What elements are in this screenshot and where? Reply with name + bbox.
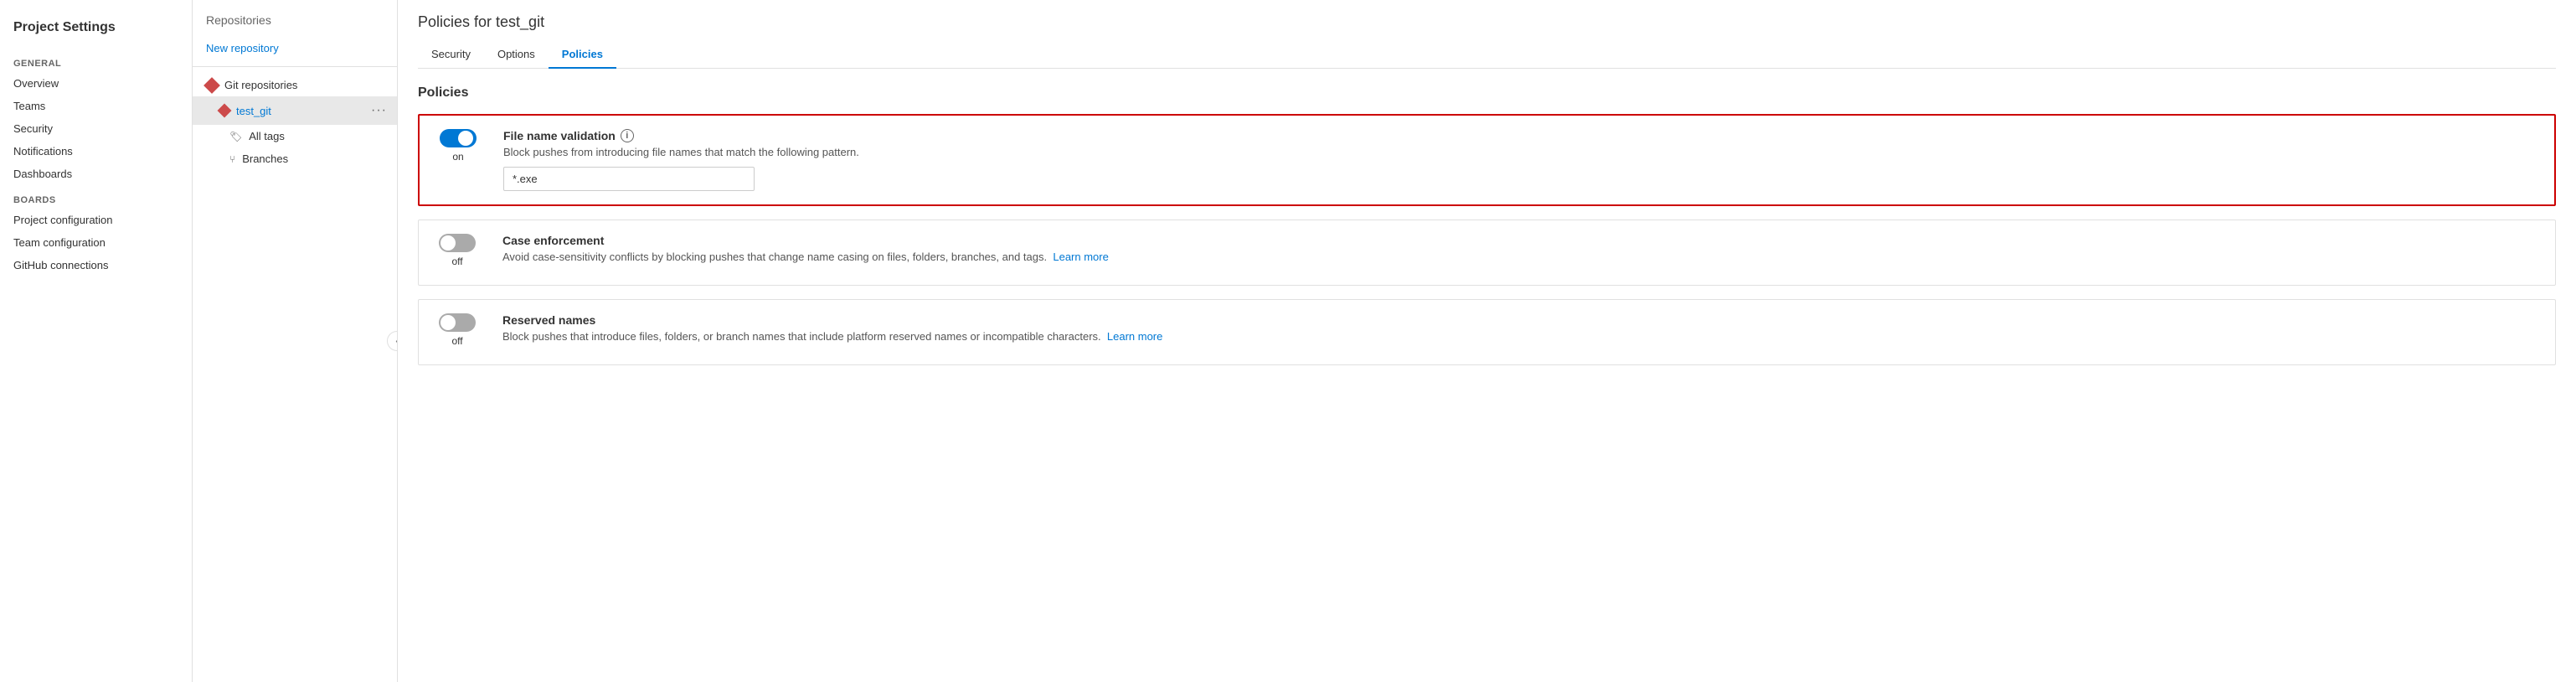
toggle-status-off-case: off [451, 256, 462, 267]
branches-item[interactable]: ⑂ Branches [193, 147, 397, 170]
main-content: Policies for test_git Security Options P… [398, 0, 2576, 682]
policy-title-case: Case enforcement [502, 234, 2542, 247]
repositories-header: Repositories [193, 13, 397, 37]
tab-options[interactable]: Options [484, 41, 549, 69]
git-diamond-icon [204, 77, 220, 94]
toggle-status-on: on [452, 151, 463, 163]
case-learn-more-link[interactable]: Learn more [1053, 251, 1108, 263]
policy-description-case: Avoid case-sensitivity conflicts by bloc… [502, 251, 2542, 263]
policy-content-reserved: Reserved names Block pushes that introdu… [502, 313, 2542, 351]
collapse-toggle[interactable]: ‹ [387, 331, 398, 351]
policy-content-case: Case enforcement Avoid case-sensitivity … [502, 234, 2542, 271]
reserved-toggle-area: off [432, 313, 482, 347]
sidebar-item-dashboards[interactable]: Dashboards [0, 163, 192, 185]
policy-title-file-name: File name validation i [503, 129, 2541, 142]
policy-content-file-name: File name validation i Block pushes from… [503, 129, 2541, 191]
tag-icon: 🏷 [229, 131, 242, 142]
reserved-names-toggle[interactable] [439, 313, 476, 332]
sidebar-item-security[interactable]: Security [0, 117, 192, 140]
general-section-label: General [0, 49, 192, 72]
policies-section-title: Policies [418, 85, 2556, 101]
policy-row-case: off Case enforcement Avoid case-sensitiv… [432, 234, 2542, 271]
boards-section-label: Boards [0, 185, 192, 209]
sidebar-item-teams[interactable]: Teams [0, 95, 192, 117]
policy-description-reserved: Block pushes that introduce files, folde… [502, 330, 2542, 343]
policy-title-reserved: Reserved names [502, 313, 2542, 327]
case-toggle-area: off [432, 234, 482, 267]
sidebar-left: Project Settings General Overview Teams … [0, 0, 193, 682]
new-repository-link[interactable]: New repository [193, 37, 397, 59]
file-name-validation-toggle[interactable] [440, 129, 477, 147]
tab-security[interactable]: Security [418, 41, 484, 69]
page-title: Policies for test_git [418, 13, 2556, 31]
reserved-learn-more-link[interactable]: Learn more [1107, 330, 1162, 343]
policy-row: on File name validation i Block pushes f… [433, 129, 2541, 191]
sidebar-middle: ‹ Repositories New repository Git reposi… [193, 0, 398, 682]
sidebar-item-notifications[interactable]: Notifications [0, 140, 192, 163]
branch-icon: ⑂ [229, 153, 235, 165]
case-enforcement-toggle[interactable] [439, 234, 476, 252]
sidebar-item-project-configuration[interactable]: Project configuration [0, 209, 192, 231]
project-settings-title: Project Settings [0, 13, 192, 49]
info-icon: i [621, 129, 634, 142]
git-repositories-section: Git repositories [193, 74, 397, 96]
repo-ellipsis-button[interactable]: ··· [368, 101, 390, 120]
policy-row-reserved: off Reserved names Block pushes that int… [432, 313, 2542, 351]
tabs: Security Options Policies [418, 41, 2556, 69]
policy-card-reserved-names: off Reserved names Block pushes that int… [418, 299, 2556, 365]
all-tags-item[interactable]: 🏷 All tags [193, 125, 397, 147]
toggle-status-off-reserved: off [451, 335, 462, 347]
policy-card-case-enforcement: off Case enforcement Avoid case-sensitiv… [418, 220, 2556, 286]
sidebar-item-github-connections[interactable]: GitHub connections [0, 254, 192, 276]
divider [193, 66, 397, 67]
repo-diamond-icon [218, 104, 232, 118]
policy-toggle-area: on [433, 129, 483, 163]
sidebar-item-overview[interactable]: Overview [0, 72, 192, 95]
policy-card-file-name-validation: on File name validation i Block pushes f… [418, 114, 2556, 206]
file-name-pattern-input[interactable] [503, 167, 755, 191]
sidebar-item-team-configuration[interactable]: Team configuration [0, 231, 192, 254]
tab-policies[interactable]: Policies [549, 41, 616, 69]
policy-description-file-name: Block pushes from introducing file names… [503, 146, 2541, 158]
repo-item-test-git[interactable]: test_git ··· [193, 96, 397, 125]
